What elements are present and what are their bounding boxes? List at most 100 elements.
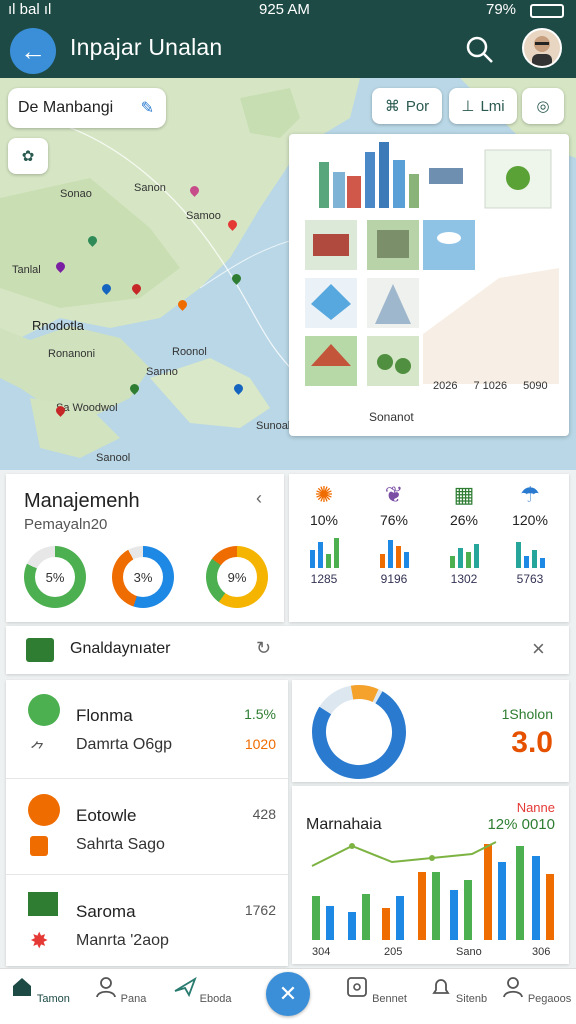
person-icon — [95, 977, 116, 998]
account-icon — [502, 977, 523, 998]
nav-item-saved[interactable]: Bennet — [336, 975, 416, 1005]
search-icon[interactable] — [464, 34, 496, 66]
summary-value: 3.0 — [511, 726, 553, 759]
edit-icon[interactable]: ✎ — [141, 98, 154, 118]
map-thumbnail-icon — [26, 638, 54, 662]
locate-icon: ◎ — [536, 98, 550, 115]
battery-text: 79% — [486, 1, 517, 18]
summary-label: 1Sholon — [501, 706, 553, 722]
management-subtitle: Pemayaln20 — [24, 516, 108, 533]
combo-chart[interactable] — [296, 832, 566, 942]
stat-item[interactable]: ✺ 10% 1285 — [289, 482, 359, 586]
chart-icon: ⺈ — [30, 742, 47, 759]
stat-item[interactable]: ▦ 26% 1302 — [429, 482, 499, 586]
management-title: Manajemenh — [24, 490, 140, 512]
list-item-sub: Manrta '2aop — [76, 932, 169, 949]
building-icon: ▦ — [453, 482, 475, 507]
app-header: ← Inpajar Unalan — [0, 22, 576, 78]
nav-item-home[interactable]: Tamon — [0, 975, 80, 1005]
list-item[interactable]: Saroma 1762 ✸ Manrta '2aop — [6, 876, 294, 972]
poi-icon: ⌘ — [384, 98, 400, 115]
filter-icon: ⊥ — [461, 98, 475, 115]
stat-item[interactable]: ❦ 76% 9196 — [359, 482, 429, 586]
avatar[interactable] — [522, 28, 562, 68]
poi-button-label: Por — [405, 97, 430, 115]
map-label: Ronanoni — [48, 348, 96, 360]
donut-value: 9% — [217, 557, 257, 597]
nav-label: Sitenb — [455, 993, 488, 1005]
mini-bar-chart — [359, 534, 429, 568]
arrow-left-icon: ← — [20, 35, 46, 66]
list-item-label: Eotowle — [76, 806, 137, 825]
home-icon — [13, 978, 32, 996]
stat-value: 1285 — [310, 572, 338, 586]
donut-value: 5% — [35, 557, 75, 597]
stat-value: 1302 — [450, 572, 478, 586]
list-item[interactable]: Eotowle 428 Sahrta Sago — [6, 780, 294, 876]
nav-item-alerts[interactable]: Sitenb — [418, 975, 498, 1005]
close-icon[interactable]: ‹ — [256, 488, 262, 509]
bell-icon — [432, 979, 450, 994]
overlay-caption: Sonanot — [369, 410, 414, 424]
ring-chart[interactable] — [304, 684, 414, 780]
app-screen: ıl bal ıl 925 AM 79% ← Inpajar Unalan So… — [0, 0, 576, 1024]
map-label: Rnodotla — [32, 318, 85, 333]
group-bar[interactable]: Gnaldaynıater ↻ × — [6, 626, 569, 674]
mini-bar-chart — [495, 534, 565, 568]
combo-tick: 304 — [312, 946, 331, 958]
shuffle-icon: ✕ — [278, 981, 298, 1006]
map-label: Roonol — [172, 346, 207, 358]
map-label: Sonao — [60, 188, 92, 200]
layers-icon: ✿ — [21, 148, 35, 165]
nav-item-explore[interactable]: Eboda — [162, 975, 242, 1005]
list-item-value: 1020 — [244, 736, 276, 752]
back-button[interactable]: ← — [10, 28, 56, 74]
list-item-label: Flonma — [76, 706, 133, 725]
stat-value: 9196 — [380, 572, 408, 586]
leaf-icon: ❦ — [384, 482, 404, 507]
donut-chart[interactable]: 9% — [206, 546, 268, 608]
map-search-input[interactable]: De Manbangi ✎ — [8, 88, 166, 128]
stat-percent: 120% — [512, 512, 548, 528]
map-overlay-card: 2026 7 1026 5090 Sonanot — [289, 134, 569, 436]
filter-button-label: Lmi — [480, 97, 505, 115]
management-card: Manajemenh ‹ Pemayaln20 5% 3% 9% — [6, 474, 284, 622]
poi-button[interactable]: ⌘ Por — [372, 88, 442, 124]
combo-tick: 205 — [384, 946, 403, 958]
nav-item-profile[interactable]: Pana — [80, 975, 160, 1005]
donut-chart[interactable]: 5% — [24, 546, 86, 608]
map-label: Sanno — [146, 366, 178, 378]
locate-button[interactable]: ◎ — [522, 88, 564, 124]
combo-top-label: Nanne — [516, 800, 555, 815]
map-label: Sa Woodwol — [56, 402, 118, 414]
summary-card: 1Sholon 3.0 — [292, 680, 569, 782]
bookmark-icon — [347, 977, 367, 997]
list-item[interactable]: Flonma 1.5% ⺈ Damrta O6gp 1020 — [6, 680, 294, 776]
status-bar: ıl bal ıl 925 AM 79% — [0, 0, 576, 22]
center-action-button[interactable]: ✕ — [266, 972, 310, 1016]
close-icon[interactable]: × — [532, 636, 545, 662]
stat-percent: 26% — [449, 512, 479, 528]
nav-label: Eboda — [199, 993, 232, 1005]
donut-value: 3% — [123, 557, 163, 597]
battery-icon — [530, 4, 564, 18]
nav-label: Tamon — [36, 993, 70, 1005]
flower-icon: ✸ — [30, 928, 49, 953]
overlay-tick: 7 1026 — [473, 380, 508, 392]
map-label: Sanool — [96, 452, 131, 464]
sun-icon: ✺ — [314, 482, 334, 507]
page-title: Inpajar Unalan — [70, 34, 223, 60]
stat-item[interactable]: ☂ 120% 5763 — [495, 482, 565, 586]
layers-button[interactable]: ✿ — [8, 138, 48, 174]
map-label: Sanon — [134, 182, 166, 194]
donut-chart[interactable]: 3% — [112, 546, 174, 608]
umbrella-icon: ☂ — [520, 482, 540, 507]
list-item-sub: Sahrta Sago — [76, 836, 165, 853]
refresh-icon[interactable]: ↻ — [256, 638, 271, 659]
stat-percent: 76% — [379, 512, 409, 528]
overlay-tick: 5090 — [523, 380, 548, 392]
filter-button[interactable]: ⊥ Lmi — [449, 88, 517, 124]
nav-item-account[interactable]: Pegaoos — [496, 975, 576, 1005]
mini-bar-chart — [429, 534, 499, 568]
mini-bar-chart — [289, 534, 359, 568]
